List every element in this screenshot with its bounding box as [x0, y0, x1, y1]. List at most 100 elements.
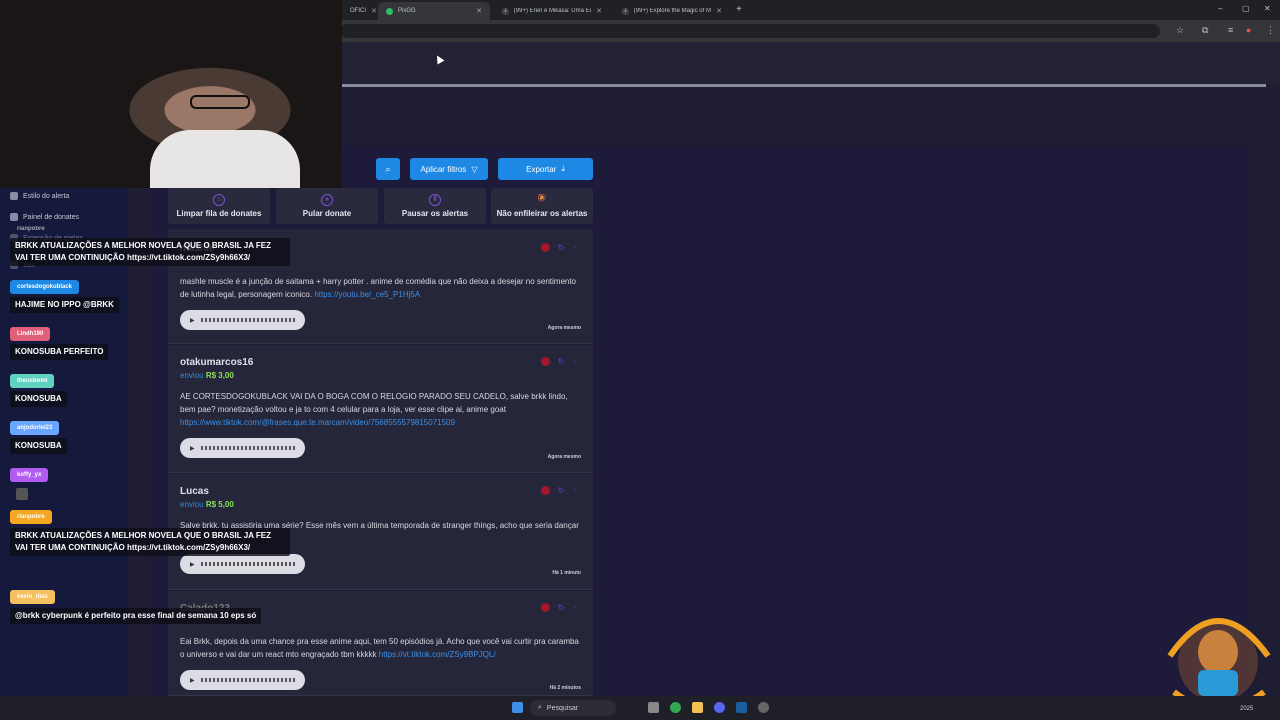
- more-icon[interactable]: ×: [572, 603, 577, 612]
- donation-time: Há 1 minuto: [552, 570, 581, 576]
- waveform: [200, 562, 295, 566]
- more-icon[interactable]: ×: [572, 357, 577, 366]
- minimize-button[interactable]: –: [1218, 4, 1222, 13]
- tab-explore-magic[interactable]: ♪ (99+) Explore the Magic of Musi ✕: [614, 2, 730, 20]
- sidebar-item-alert-style[interactable]: Estilo do alerta: [10, 192, 69, 200]
- export-label: Exportar: [526, 164, 557, 174]
- palette-icon: [10, 192, 18, 200]
- delete-icon[interactable]: [540, 486, 550, 495]
- more-icon[interactable]: ×: [572, 486, 577, 495]
- play-icon[interactable]: ▶: [190, 317, 195, 324]
- app-icon[interactable]: [758, 702, 769, 713]
- close-icon[interactable]: ✕: [716, 7, 722, 15]
- chat-username-text: koffy_yx: [17, 472, 42, 478]
- maximize-button[interactable]: ▢: [1242, 4, 1250, 13]
- audio-player[interactable]: ▶: [180, 670, 305, 690]
- close-icon[interactable]: ✕: [596, 7, 602, 15]
- export-button[interactable]: Exportar ⤓: [498, 158, 593, 180]
- taskbar-search[interactable]: ⌕ Pesquisar: [530, 700, 616, 716]
- audio-player[interactable]: ▶: [180, 438, 305, 458]
- play-icon[interactable]: ▶: [190, 677, 195, 684]
- media-icon[interactable]: ≡: [1228, 25, 1233, 35]
- chat-username: kevin_dias: [10, 590, 55, 604]
- app-header: ☾: [342, 42, 1280, 84]
- tab-title: (99+) Eren e Mikasa: Uma Ediçã: [513, 8, 591, 14]
- donation-message: AE CORTESDOGOKUBLACK VAI DA O BOGA COM O…: [180, 390, 580, 429]
- folder-icon[interactable]: [692, 702, 703, 713]
- audio-player[interactable]: ▶: [180, 554, 305, 574]
- filter-icon: ▽: [471, 164, 478, 174]
- donation-amount: enviou R$ 5,00: [180, 500, 234, 509]
- chat-emote: [16, 488, 28, 500]
- pause-icon: ‖: [429, 194, 441, 206]
- chat-username: Lindh190: [10, 327, 51, 341]
- bookmark-star-icon[interactable]: ☆: [1176, 25, 1184, 36]
- amount-value: R$ 3,00: [205, 371, 234, 380]
- search-button[interactable]: ⌕: [376, 158, 400, 180]
- chat-username: rianpobre: [10, 510, 52, 524]
- sidebar-item-label: Estilo do alerta: [23, 192, 70, 200]
- address-bar[interactable]: [340, 24, 1160, 38]
- apply-filters-label: Aplicar filtros: [420, 164, 467, 174]
- more-icon[interactable]: ×: [572, 243, 577, 252]
- delete-icon[interactable]: [540, 243, 550, 252]
- search-icon: ⌕: [538, 704, 542, 711]
- message-text: AE CORTESDOGOKUBLACK VAI DA O BOGA COM O…: [180, 392, 568, 414]
- close-icon[interactable]: ✕: [476, 7, 482, 15]
- donation-time: Agora mesmo: [547, 325, 581, 331]
- message-link[interactable]: https://youtu.be/_ce5_P1Hj5A: [314, 290, 420, 299]
- donation-amount: enviou R$ 3,00: [180, 371, 234, 380]
- waveform: [200, 446, 295, 450]
- new-tab-button[interactable]: +: [736, 4, 742, 15]
- tab-pixgg[interactable]: PixGG ✕: [378, 2, 490, 20]
- tab-title: OFICI: [350, 8, 366, 14]
- steam-icon[interactable]: [736, 702, 747, 713]
- sidebar-item-donates-panel[interactable]: Painel de donates: [10, 213, 79, 221]
- tab-ofici[interactable]: OFICI ✕: [342, 2, 377, 20]
- browser-menu-icon[interactable]: ⋮: [1266, 25, 1275, 36]
- replay-icon[interactable]: ↻: [558, 357, 565, 366]
- delete-icon[interactable]: [540, 357, 550, 366]
- replay-icon[interactable]: ↻: [558, 486, 565, 495]
- delete-icon[interactable]: [540, 603, 550, 612]
- replay-icon[interactable]: ↻: [558, 603, 565, 612]
- extensions-icon[interactable]: ⧉: [1202, 25, 1208, 36]
- chat-username-text: anjodorlei23: [17, 425, 53, 431]
- tab-eren-mikasa[interactable]: ♪ (99+) Eren e Mikasa: Uma Ediçã ✕: [494, 2, 610, 20]
- panel-icon: [10, 213, 18, 221]
- message-link[interactable]: https://www.tiktok.com/@frases.que.te.ma…: [180, 418, 455, 427]
- close-window-button[interactable]: ✕: [1264, 4, 1271, 13]
- waveform: [200, 678, 295, 682]
- bell-off-icon: 🔕: [537, 195, 547, 202]
- clear-queue-button[interactable]: ⌂ Limpar fila de donates: [168, 188, 270, 224]
- apply-filters-button[interactable]: Aplicar filtros ▽: [410, 158, 488, 180]
- streamer-shirt: [150, 130, 300, 188]
- chrome-icon[interactable]: [670, 702, 681, 713]
- tiktok-icon: ♪: [502, 7, 509, 15]
- discord-icon[interactable]: [714, 702, 725, 713]
- donation-time: Há 2 minutos: [549, 685, 581, 691]
- sidebar-item-label: Painel de donates: [23, 213, 80, 221]
- streamer-glasses: [190, 95, 250, 109]
- tiktok-icon: ♪: [622, 7, 629, 15]
- pause-alerts-button[interactable]: ‖ Pausar os alertas: [384, 188, 486, 224]
- audio-player[interactable]: ▶: [180, 310, 305, 330]
- windows-start-icon[interactable]: [512, 702, 523, 713]
- skip-icon: »: [321, 194, 333, 206]
- message-link[interactable]: https://vt.tiktok.com/ZSy9BPJQL/: [379, 650, 496, 659]
- waveform: [200, 318, 295, 322]
- play-icon[interactable]: ▶: [190, 445, 195, 452]
- task-view-icon[interactable]: [648, 702, 659, 713]
- profile-avatar[interactable]: ●: [1246, 25, 1251, 35]
- header-divider: [342, 84, 1266, 87]
- chat-username: theusbomi: [10, 374, 55, 388]
- chat-username: koffy_yx: [10, 468, 49, 482]
- sent-prefix: enviou: [180, 500, 204, 509]
- play-icon[interactable]: ▶: [190, 561, 195, 568]
- skip-donate-button[interactable]: » Pular donate: [276, 188, 378, 224]
- close-icon[interactable]: ✕: [371, 7, 377, 15]
- chat-message: BRKK ATUALIZAÇÕES A MELHOR NOVELA QUE O …: [10, 528, 290, 556]
- replay-icon[interactable]: ↻: [558, 243, 565, 252]
- tab-title: (99+) Explore the Magic of Musi: [633, 8, 712, 14]
- no-queue-alerts-button[interactable]: 🔕 Não enfileirar os alertas: [491, 188, 593, 224]
